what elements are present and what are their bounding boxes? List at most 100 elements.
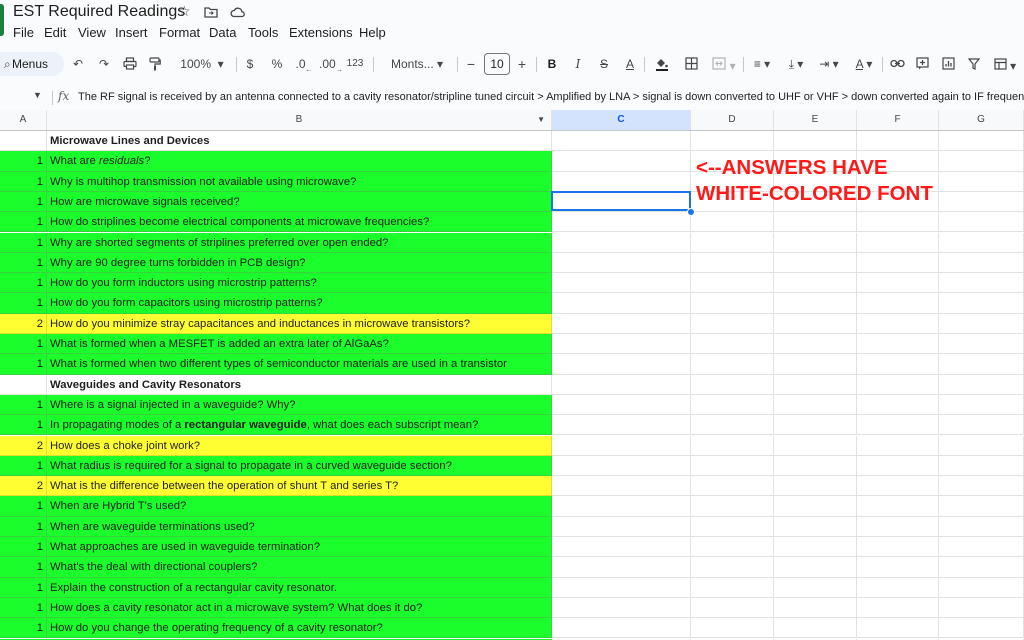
- answer-cell-f[interactable]: [857, 374, 939, 395]
- menu-file[interactable]: File: [13, 25, 34, 40]
- question-cell[interactable]: How are microwave signals received?: [47, 191, 552, 213]
- answer-cell-c[interactable]: [552, 151, 691, 172]
- answer-cell-c[interactable]: [552, 131, 691, 152]
- question-cell[interactable]: What is formed when a MESFET is added an…: [47, 334, 552, 355]
- answer-cell-e[interactable]: [774, 313, 857, 334]
- borders-icon[interactable]: [683, 54, 699, 74]
- text-color-button[interactable]: A: [623, 54, 637, 74]
- difficulty-cell[interactable]: 1: [0, 455, 47, 477]
- answer-cell-d[interactable]: [691, 212, 774, 233]
- decrease-decimal-button[interactable]: .0←: [295, 54, 313, 74]
- column-header-e[interactable]: E: [774, 110, 857, 130]
- star-icon[interactable]: ☆: [178, 3, 191, 20]
- name-box-dropdown-icon[interactable]: ▼: [33, 90, 42, 100]
- menu-format[interactable]: Format: [159, 25, 200, 40]
- question-cell[interactable]: In propagating modes of a rectangular wa…: [47, 415, 552, 436]
- answer-cell-c[interactable]: [552, 313, 691, 334]
- answer-cell-d[interactable]: [691, 334, 774, 355]
- answer-cell-c[interactable]: [552, 293, 691, 314]
- answer-cell-e[interactable]: [774, 516, 857, 537]
- answer-cell-c[interactable]: [552, 394, 691, 416]
- answer-cell-f[interactable]: [857, 618, 939, 639]
- answer-cell-f[interactable]: [857, 354, 939, 375]
- difficulty-cell[interactable]: 1: [0, 191, 47, 213]
- answer-cell-e[interactable]: [774, 293, 857, 314]
- menu-view[interactable]: View: [78, 25, 106, 40]
- move-folder-icon[interactable]: [204, 5, 218, 21]
- answer-cell-c[interactable]: [552, 191, 691, 213]
- menu-help[interactable]: Help: [359, 25, 386, 40]
- answer-cell-d[interactable]: [691, 496, 774, 517]
- question-cell[interactable]: How do you minimize stray capacitances a…: [47, 313, 552, 334]
- answer-cell-g[interactable]: [939, 537, 1024, 558]
- formula-input[interactable]: The RF signal is received by an antenna …: [78, 91, 1024, 103]
- answer-cell-c[interactable]: [552, 171, 691, 192]
- question-cell[interactable]: What's the deal with directional coupler…: [47, 557, 552, 578]
- question-cell[interactable]: What approaches are used in waveguide te…: [47, 537, 552, 558]
- question-cell[interactable]: How do you change the operating frequenc…: [47, 618, 552, 639]
- text-rotation-icon[interactable]: A ▾: [850, 54, 878, 74]
- difficulty-cell[interactable]: 1: [0, 577, 47, 598]
- answer-cell-c[interactable]: [552, 374, 691, 395]
- font-family-select[interactable]: Monts... ▾: [382, 54, 452, 74]
- answer-cell-g[interactable]: [939, 374, 1024, 395]
- menu-tools[interactable]: Tools: [248, 25, 278, 40]
- difficulty-cell[interactable]: 1: [0, 496, 47, 517]
- answer-cell-d[interactable]: [691, 354, 774, 375]
- answer-cell-g[interactable]: [939, 557, 1024, 578]
- search-menus-button[interactable]: ⌕ Menus: [0, 52, 64, 76]
- answer-cell-c[interactable]: [552, 496, 691, 517]
- strikethrough-button[interactable]: S: [597, 54, 611, 74]
- answer-cell-d[interactable]: [691, 597, 774, 619]
- answer-cell-e[interactable]: [774, 354, 857, 375]
- font-size-input[interactable]: 10: [484, 53, 510, 75]
- answer-cell-g[interactable]: [939, 455, 1024, 477]
- undo-icon[interactable]: ↶: [70, 54, 86, 74]
- column-header-f[interactable]: F: [857, 110, 939, 130]
- answer-cell-f[interactable]: [857, 212, 939, 233]
- answer-cell-f[interactable]: [857, 476, 939, 497]
- bold-button[interactable]: B: [545, 54, 559, 74]
- difficulty-cell[interactable]: [0, 131, 47, 152]
- question-cell[interactable]: Where is a signal injected in a waveguid…: [47, 394, 552, 416]
- answer-cell-c[interactable]: [552, 618, 691, 639]
- cloud-status-icon[interactable]: [230, 5, 246, 21]
- column-header-b[interactable]: B ▼: [47, 110, 552, 130]
- answer-cell-c[interactable]: [552, 252, 691, 274]
- difficulty-cell[interactable]: 1: [0, 232, 47, 253]
- answer-cell-d[interactable]: [691, 273, 774, 294]
- menu-edit[interactable]: Edit: [44, 25, 66, 40]
- answer-cell-e[interactable]: [774, 455, 857, 477]
- answer-cell-c[interactable]: [552, 516, 691, 537]
- answer-cell-e[interactable]: [774, 435, 857, 456]
- vertical-align-icon[interactable]: ⤓ ▾: [784, 54, 808, 74]
- answer-cell-g[interactable]: [939, 131, 1024, 152]
- question-cell[interactable]: How do you form capacitors using microst…: [47, 293, 552, 314]
- difficulty-cell[interactable]: 1: [0, 171, 47, 192]
- menu-insert[interactable]: Insert: [115, 25, 148, 40]
- column-menu-dropdown-icon[interactable]: ▼: [537, 110, 545, 130]
- answer-cell-f[interactable]: [857, 334, 939, 355]
- answer-cell-g[interactable]: [939, 394, 1024, 416]
- zoom-select[interactable]: 100% ▾: [172, 54, 232, 74]
- answer-cell-e[interactable]: [774, 273, 857, 294]
- filter-views-icon[interactable]: ▾: [990, 54, 1020, 74]
- answer-cell-c[interactable]: [552, 334, 691, 355]
- answer-cell-g[interactable]: [939, 415, 1024, 436]
- answer-cell-f[interactable]: [857, 516, 939, 537]
- document-title[interactable]: EST Required Readings: [13, 3, 185, 21]
- filter-icon[interactable]: [966, 54, 982, 74]
- question-cell[interactable]: Why are shorted segments of striplines p…: [47, 232, 552, 253]
- difficulty-cell[interactable]: 1: [0, 293, 47, 314]
- answer-cell-d[interactable]: [691, 131, 774, 152]
- difficulty-cell[interactable]: 2: [0, 476, 47, 497]
- answer-cell-d[interactable]: [691, 557, 774, 578]
- answer-cell-g[interactable]: [939, 435, 1024, 456]
- answer-cell-d[interactable]: [691, 618, 774, 639]
- text-wrapping-icon[interactable]: ⇥ ▾: [816, 54, 842, 74]
- answer-cell-d[interactable]: [691, 293, 774, 314]
- answer-cell-c[interactable]: [552, 557, 691, 578]
- percent-format-button[interactable]: %: [270, 54, 284, 74]
- italic-button[interactable]: I: [571, 54, 585, 74]
- answer-cell-g[interactable]: [939, 171, 1024, 192]
